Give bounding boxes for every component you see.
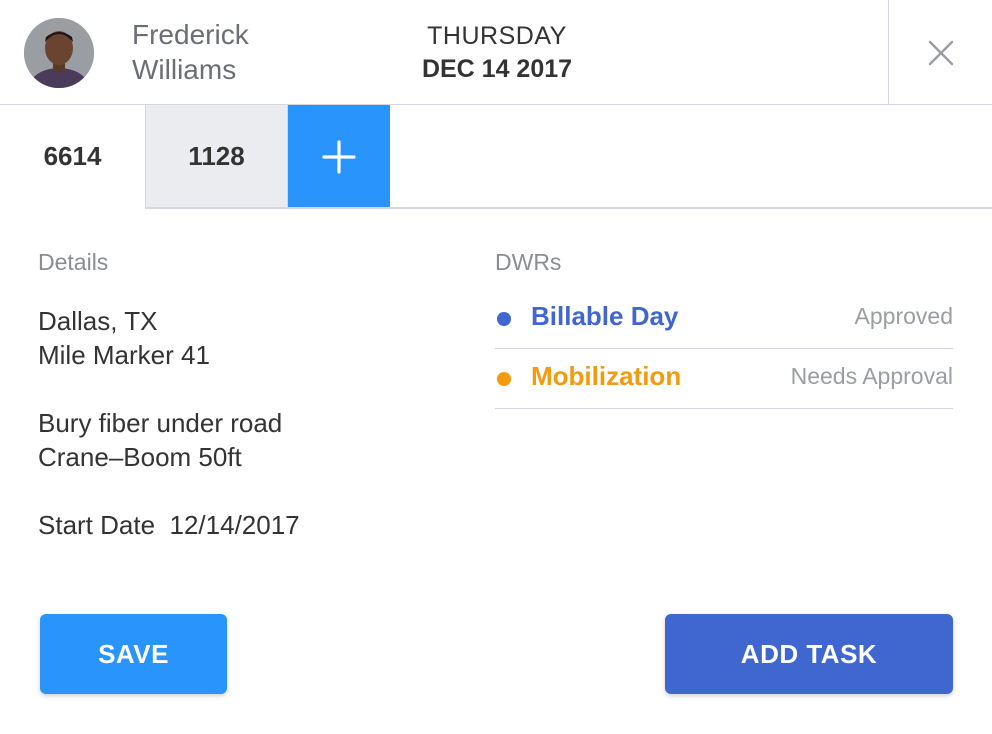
dwr-title[interactable]: Mobilization xyxy=(531,361,681,392)
close-button[interactable] xyxy=(889,0,992,105)
task-description: Bury fiber under road xyxy=(38,408,283,438)
header: Frederick Williams THURSDAY DEC 14 2017 xyxy=(0,0,992,105)
dwr-row-billable-day[interactable]: Billable Day Approved xyxy=(495,289,953,349)
status-dot-icon xyxy=(497,372,511,386)
user-first-name: Frederick xyxy=(132,19,249,50)
details-task: Bury fiber under road Crane–Boom 50ft xyxy=(38,406,282,474)
status-dot-icon xyxy=(497,312,511,326)
dwr-status: Needs Approval xyxy=(790,363,953,389)
start-date-value: 12/14/2017 xyxy=(169,510,300,540)
tab-6614[interactable]: 6614 xyxy=(0,105,145,208)
user-name: Frederick Williams xyxy=(132,17,249,87)
add-task-button[interactable]: ADD TASK xyxy=(665,614,953,694)
add-tab-button[interactable] xyxy=(288,105,390,208)
dwr-row-mobilization[interactable]: Mobilization Needs Approval xyxy=(495,349,953,409)
user-last-name: Williams xyxy=(132,54,237,85)
details-heading: Details xyxy=(38,249,109,275)
location-marker: Mile Marker 41 xyxy=(38,340,210,370)
details-location: Dallas, TX Mile Marker 41 xyxy=(38,304,210,372)
tab-label: 1128 xyxy=(188,141,245,171)
dwrs-heading: DWRs xyxy=(495,249,562,275)
start-date: Start Date 12/14/2017 xyxy=(38,508,300,542)
tabs-underline xyxy=(145,207,992,209)
day-label: THURSDAY xyxy=(427,22,567,50)
dwr-status: Approved xyxy=(854,303,953,329)
user-avatar-icon xyxy=(24,18,94,88)
date-label: DEC 14 2017 xyxy=(421,55,573,83)
start-date-label: Start Date xyxy=(38,510,156,540)
location-city: Dallas, TX xyxy=(38,306,158,336)
close-icon xyxy=(928,40,953,65)
save-button[interactable]: SAVE xyxy=(40,614,227,694)
tab-1128[interactable]: 1128 xyxy=(145,105,288,208)
plus-icon xyxy=(322,139,356,174)
avatar xyxy=(24,18,94,88)
tab-label: 6614 xyxy=(43,141,102,171)
equipment: Crane–Boom 50ft xyxy=(38,442,242,472)
dwr-title[interactable]: Billable Day xyxy=(531,301,678,332)
